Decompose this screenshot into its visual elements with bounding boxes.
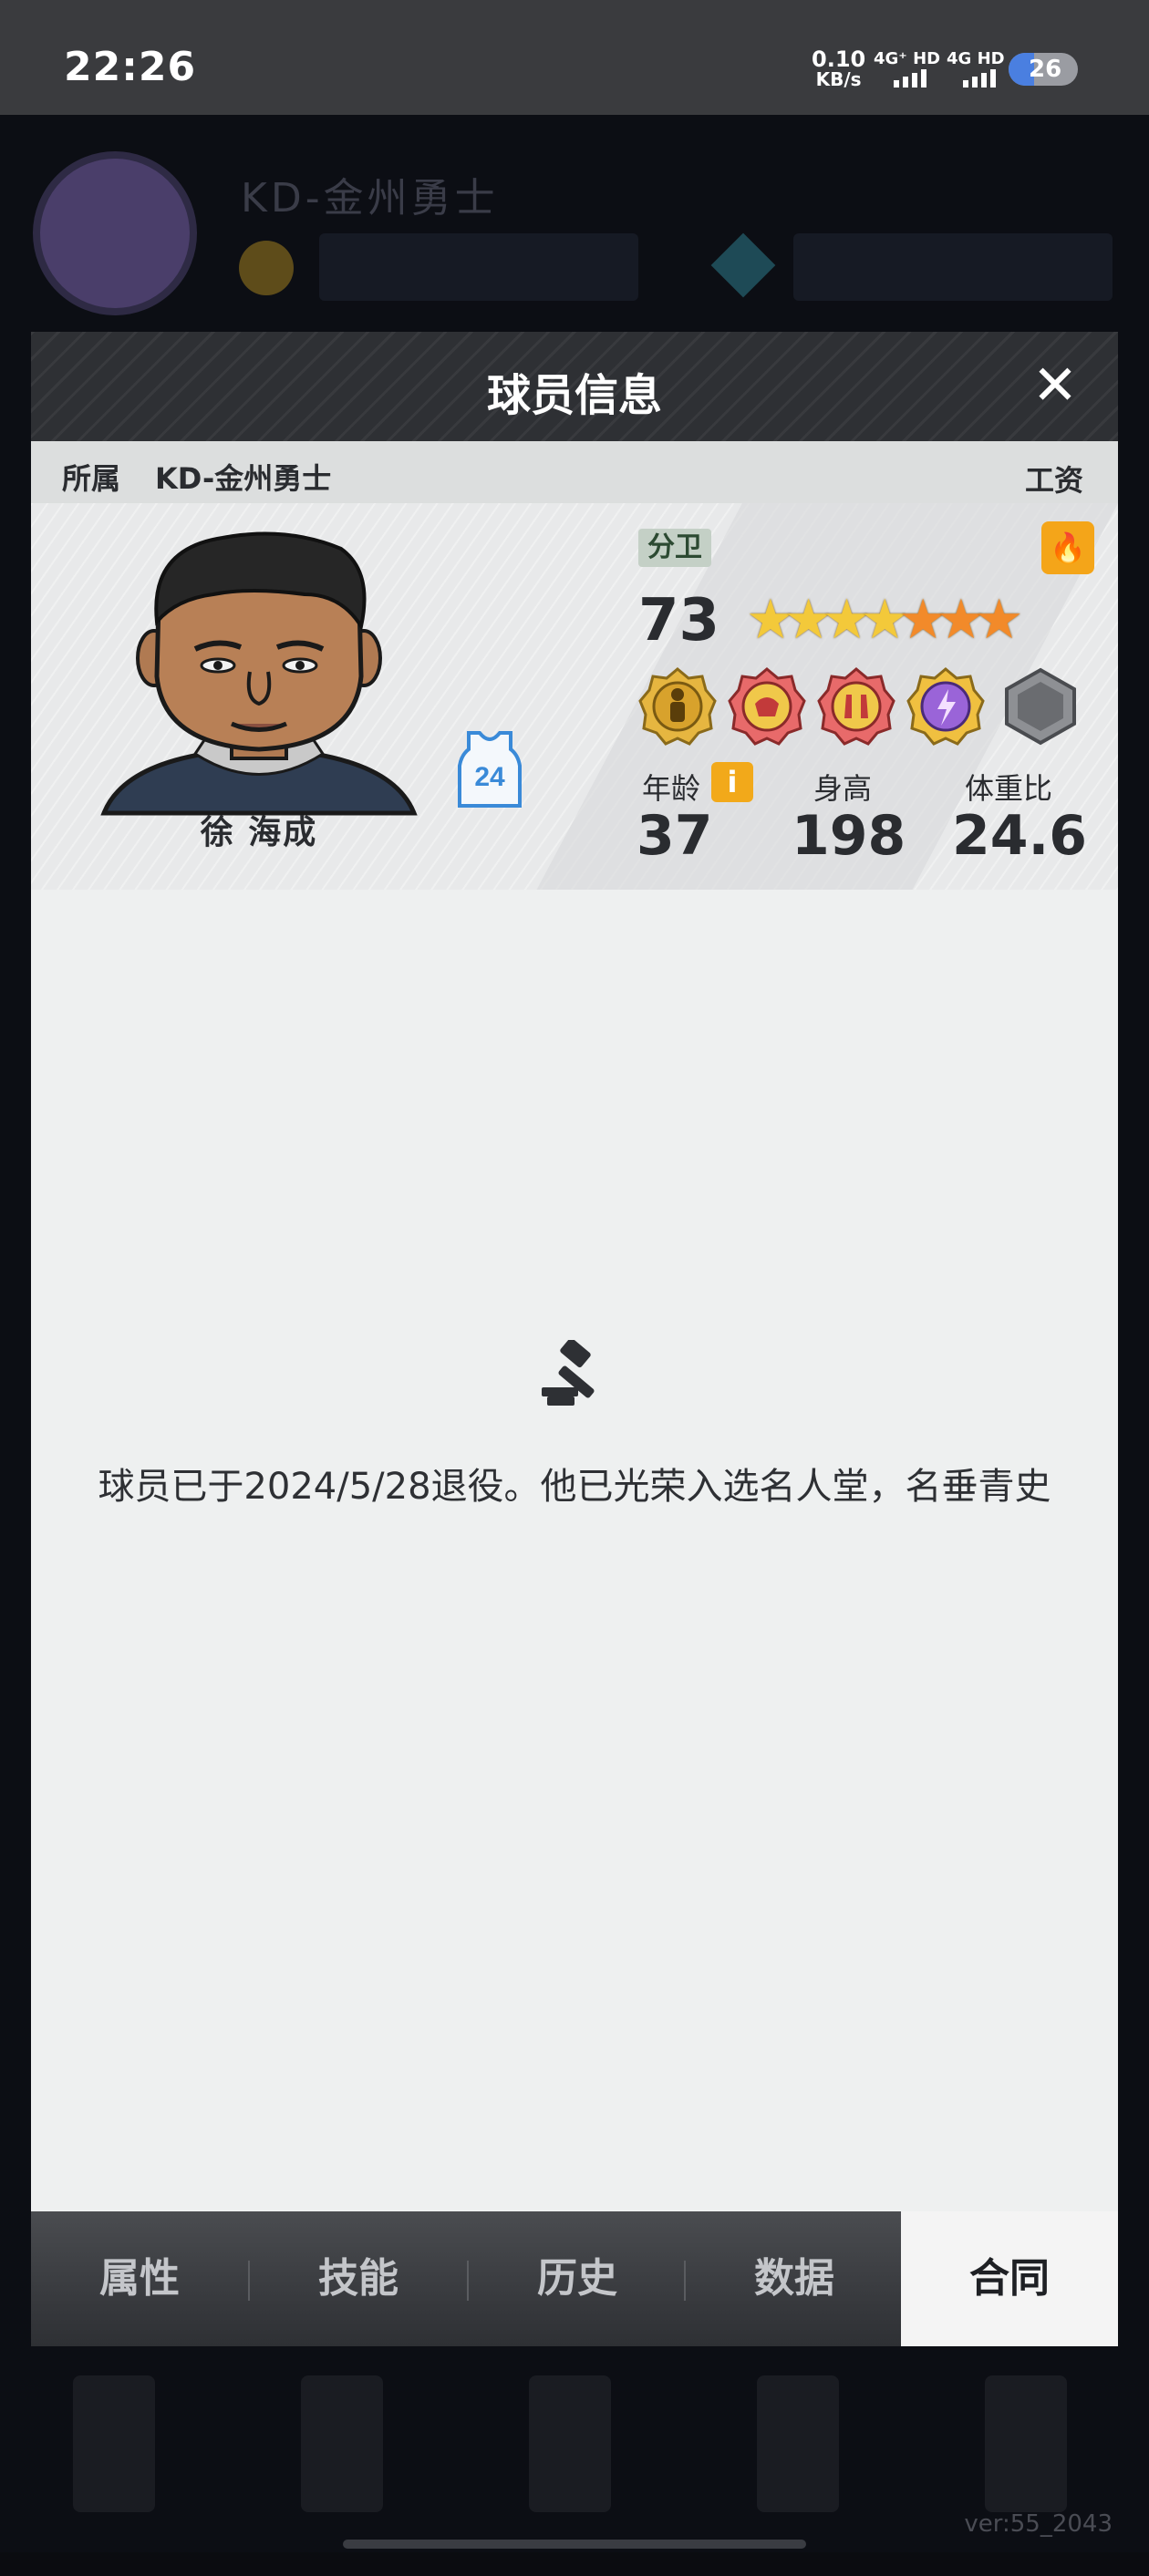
battery-level: 26 (1029, 56, 1062, 83)
background-team-name: KD-金州勇士 (241, 175, 499, 222)
defense-badge-icon[interactable] (728, 667, 806, 746)
age-info-icon[interactable]: i (711, 762, 753, 802)
battery-icon: 26 (1009, 53, 1078, 86)
star-rating: ★ ★ ★ ★ ★ ★ ★ (746, 591, 1024, 649)
gem-icon (710, 232, 776, 298)
star-icon: ★ (974, 588, 1024, 652)
sim1-label: 4G⁺ HD (874, 49, 941, 68)
status-bar: 22:26 0.10 KB/s 4G⁺ HD 4G HD 26 (0, 0, 1149, 115)
sim2-signal-icon (963, 69, 996, 88)
team-name: KD-金州勇士 (155, 461, 332, 496)
height-value: 198 (792, 804, 906, 868)
speed-badge-icon[interactable] (906, 667, 985, 746)
player-portrait (100, 531, 418, 816)
player-name: 徐 海成 (200, 814, 318, 851)
net-speed-unit: KB/s (815, 68, 862, 90)
sim1-signal-icon (894, 69, 926, 88)
modal-title: 球员信息 (486, 370, 662, 421)
player-info-modal: 球员信息 ✕ 所属 KD-金州勇士 工资 徐 海成 24 分卫 🔥 73 ★ ★… (31, 332, 1118, 2346)
height-label: 身高 (813, 771, 873, 806)
net-speed: 0.10 KB/s (812, 46, 866, 90)
weight-ratio-label: 体重比 (965, 771, 1053, 806)
retired-message: 球员已于2024/5/28退役。他已光荣入选名人堂，名垂青史 (98, 1466, 1051, 1508)
bottom-tabs: 属性 技能 历史 数据 合同 (31, 2211, 1118, 2346)
jersey-icon: 24 (458, 731, 522, 808)
home-indicator[interactable] (343, 2540, 806, 2549)
team-row: 所属 KD-金州勇士 工资 (31, 441, 1118, 503)
locked-badge-icon[interactable] (1001, 667, 1080, 746)
tab-stats[interactable]: 数据 (686, 2211, 903, 2346)
modal-header: 球员信息 ✕ (31, 332, 1118, 441)
close-button[interactable]: ✕ (1023, 354, 1087, 417)
age-value: 37 (637, 804, 713, 868)
age-label: 年龄 (642, 771, 701, 806)
net-speed-value: 0.10 (812, 46, 866, 72)
position-tag: 分卫 (638, 529, 711, 567)
skill-badges (638, 667, 1091, 746)
tab-attributes[interactable]: 属性 (31, 2211, 248, 2346)
tab-history[interactable]: 历史 (469, 2211, 686, 2346)
gavel-icon (542, 1340, 595, 1406)
weight-ratio-value: 24.6 (952, 804, 1088, 868)
status-time: 22:26 (64, 44, 197, 90)
player-card: 徐 海成 24 分卫 🔥 73 ★ ★ ★ ★ ★ ★ ★ 年龄 i 身高 体重… (31, 503, 1118, 890)
overall-rating: 73 (638, 587, 720, 654)
salary-label[interactable]: 工资 (1025, 458, 1083, 500)
rebound-badge-icon[interactable] (817, 667, 895, 746)
fire-icon[interactable]: 🔥 (1041, 521, 1094, 574)
post-player-badge-icon[interactable] (638, 667, 717, 746)
coin-icon (239, 241, 294, 295)
team-logo (33, 151, 197, 315)
sim2-label: 4G HD (947, 49, 1005, 68)
tab-skills[interactable]: 技能 (250, 2211, 467, 2346)
version-label: ver:55_2043 (964, 2510, 1113, 2538)
coin-balance-field (319, 233, 638, 301)
jersey-number: 24 (474, 762, 505, 792)
tab-contract[interactable]: 合同 (901, 2211, 1118, 2346)
gem-balance-field (793, 233, 1113, 301)
team-label: 所属 (62, 461, 121, 496)
